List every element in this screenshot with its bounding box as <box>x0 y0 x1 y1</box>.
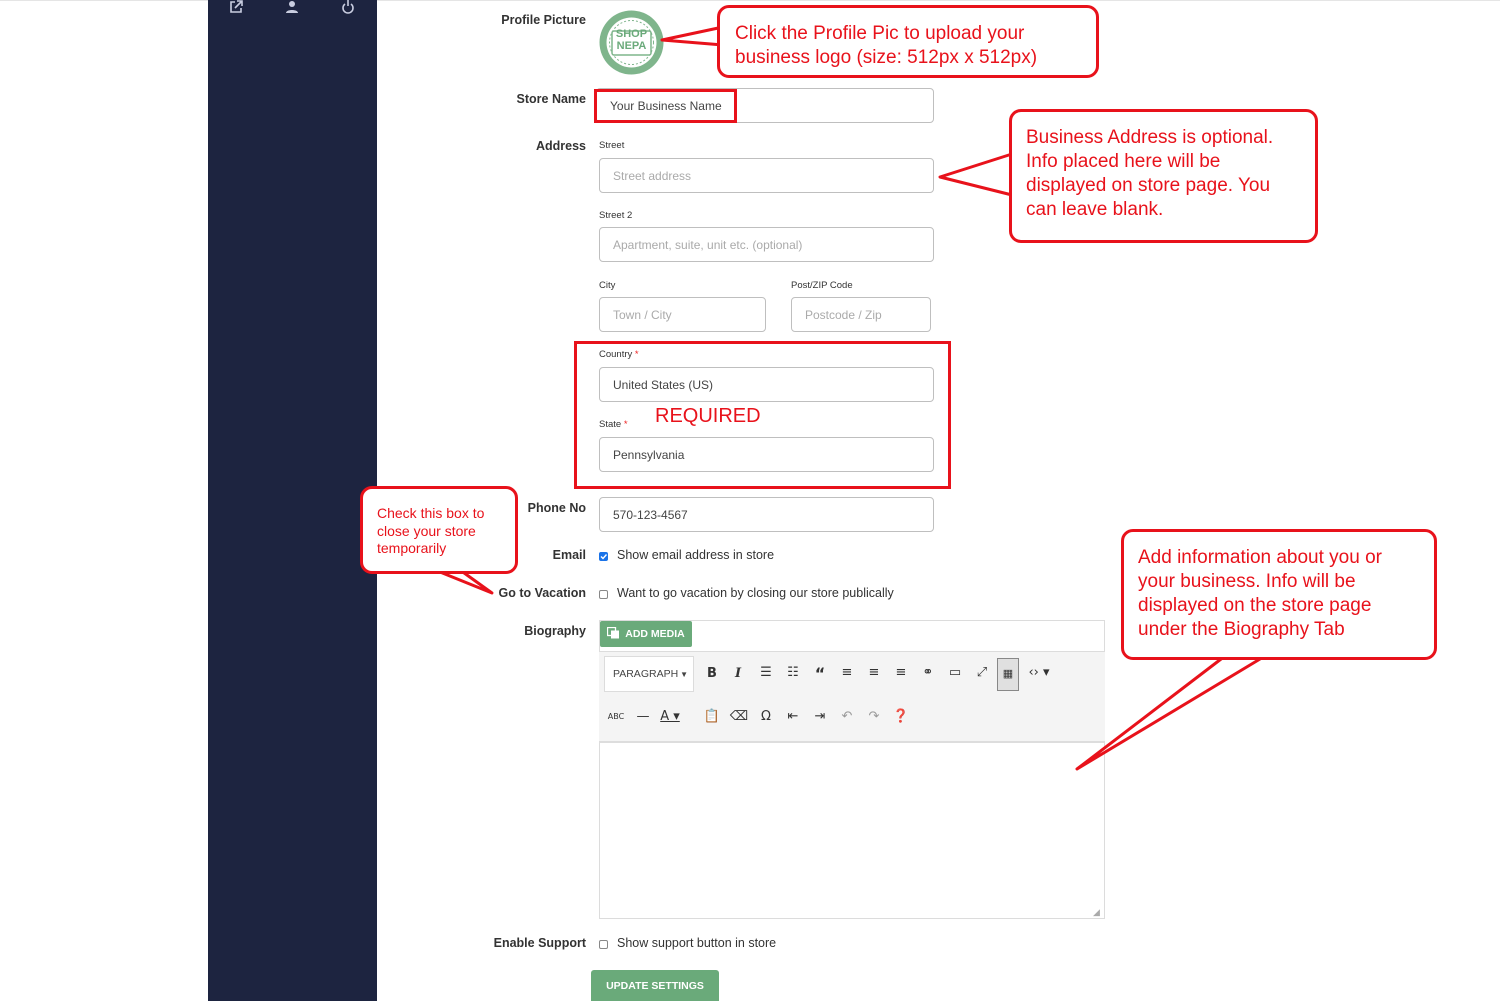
street-input[interactable]: Street address <box>599 158 934 193</box>
biography-callout: Add information about you or your busine… <box>1121 529 1437 660</box>
phone-input[interactable]: 570-123-4567 <box>599 497 934 532</box>
bold-icon[interactable]: B <box>701 666 723 681</box>
support-checkbox[interactable] <box>599 940 608 949</box>
toolbar-toggle-icon[interactable]: ▦ <box>997 658 1019 691</box>
store-name-label: Store Name <box>516 92 586 106</box>
align-left-icon[interactable]: ≡ <box>836 665 858 680</box>
phone-label: Phone No <box>527 501 586 515</box>
fullscreen-icon[interactable]: ⤢ <box>971 665 993 680</box>
read-more-icon[interactable]: ▭ <box>944 665 966 680</box>
italic-icon[interactable]: I <box>727 666 749 681</box>
horizontal-line-icon[interactable]: — <box>632 709 654 724</box>
undo-icon[interactable]: ↶ <box>836 709 858 724</box>
update-settings-button[interactable]: UPDATE SETTINGS <box>591 970 719 1001</box>
strikethrough-icon[interactable]: ABC <box>605 712 627 721</box>
indent-icon[interactable]: ⇥ <box>809 709 831 724</box>
bullet-list-icon[interactable]: ☰ <box>755 665 777 680</box>
dropdown-caret-icon: ▼ <box>680 669 688 679</box>
power-icon[interactable] <box>341 0 357 14</box>
vacation-label: Go to Vacation <box>498 586 586 600</box>
add-media-label: ADD MEDIA <box>625 628 685 640</box>
media-icon <box>607 626 620 642</box>
add-media-button[interactable]: ADD MEDIA <box>600 621 692 647</box>
address-callout: Business Address is optional. Info place… <box>1009 109 1318 243</box>
zip-input[interactable]: Postcode / Zip <box>791 297 931 332</box>
email-checkbox-text: Show email address in store <box>617 548 775 562</box>
street2-label: Street 2 <box>599 210 633 221</box>
support-label: Enable Support <box>493 936 586 950</box>
text-color-icon[interactable]: A ▾ <box>659 709 681 724</box>
email-label: Email <box>552 548 586 562</box>
address-label: Address <box>535 139 586 153</box>
required-annotation: REQUIRED <box>655 405 761 427</box>
logo-text-nepa: NEPA <box>616 40 647 52</box>
blockquote-icon[interactable]: “ <box>809 664 831 683</box>
sidebar <box>208 0 377 1001</box>
profile-picture-label: Profile Picture <box>501 13 586 27</box>
vacation-callout: Check this box to close your store tempo… <box>360 486 518 574</box>
street2-input[interactable]: Apartment, suite, unit etc. (optional) <box>599 227 934 262</box>
external-link-icon[interactable] <box>229 0 245 14</box>
special-character-icon[interactable]: Ω <box>755 709 777 724</box>
city-label: City <box>599 280 616 291</box>
zip-label: Post/ZIP Code <box>791 280 853 291</box>
city-input[interactable]: Town / City <box>599 297 766 332</box>
biography-label: Biography <box>524 624 586 638</box>
clear-formatting-icon[interactable]: ⌫ <box>728 709 750 724</box>
email-checkbox[interactable] <box>599 552 608 561</box>
paste-text-icon[interactable]: 📋 <box>701 709 723 724</box>
paragraph-format-select[interactable]: PARAGRAPH ▼ <box>604 656 694 692</box>
source-code-icon[interactable]: ‹› ▾ <box>1026 665 1052 680</box>
logo-text-shop: SHOP <box>615 28 648 40</box>
profile-picture-logo[interactable]: SHOP NEPA <box>598 9 665 76</box>
redo-icon[interactable]: ↷ <box>863 709 885 724</box>
help-icon[interactable]: ❓ <box>890 709 912 724</box>
align-center-icon[interactable]: ≡ <box>863 665 885 680</box>
vacation-checkbox[interactable] <box>599 590 608 599</box>
numbered-list-icon[interactable]: ☷ <box>782 665 804 680</box>
store-name-highlight <box>594 89 737 123</box>
vacation-checkbox-text: Want to go vacation by closing our store… <box>617 586 894 600</box>
align-right-icon[interactable]: ≡ <box>890 665 912 680</box>
profile-picture-callout: Click the Profile Pic to upload your bus… <box>717 5 1099 78</box>
support-checkbox-text: Show support button in store <box>617 936 777 950</box>
user-icon[interactable] <box>285 0 301 14</box>
resize-handle-icon[interactable]: ◢ <box>1093 907 1100 918</box>
link-icon[interactable]: ⚭ <box>917 665 939 680</box>
paragraph-select-label: PARAGRAPH <box>613 668 679 680</box>
outdent-icon[interactable]: ⇤ <box>782 709 804 724</box>
street-label: Street <box>599 140 625 151</box>
required-highlight-box <box>574 341 951 489</box>
